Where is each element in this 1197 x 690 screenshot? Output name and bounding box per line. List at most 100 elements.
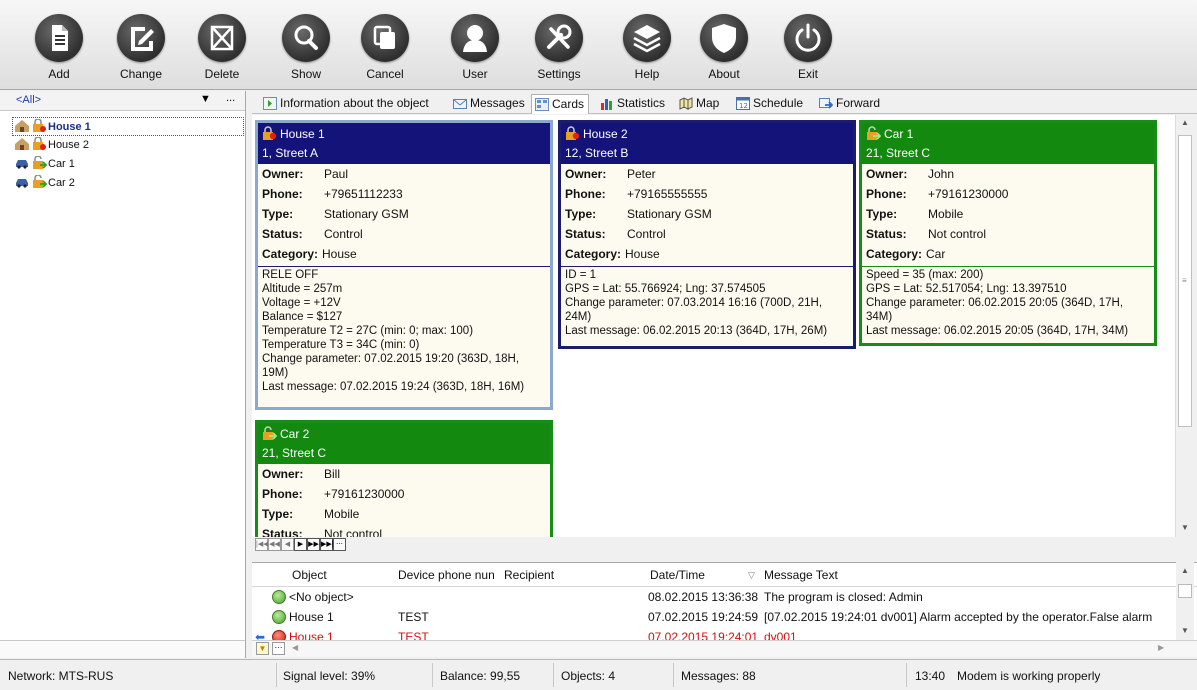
edit-icon: [131, 27, 154, 51]
object-filter-value: <All>: [16, 94, 42, 106]
column-header-device-phone[interactable]: Device phone nun: [398, 568, 502, 582]
cards-pager: |◀◀◀◀ ◀ ▶ ▶▶ ▶▶| ⋯: [255, 538, 346, 556]
user-icon: [463, 25, 487, 52]
grid-vertical-scrollbar[interactable]: ▲ ▼: [1176, 562, 1194, 640]
delete-button-label: Delete: [204, 67, 240, 81]
cancel-button[interactable]: Cancel: [350, 6, 420, 86]
card-title: Car 2: [280, 427, 310, 441]
status-label: Status:: [262, 527, 303, 537]
tree-item-house-1[interactable]: House 1: [12, 117, 244, 136]
shield-icon: [712, 24, 736, 53]
tab-schedule[interactable]: 12 Schedule: [733, 94, 803, 114]
sort-desc-icon[interactable]: ▽: [748, 570, 755, 581]
tree-item-house-2[interactable]: House 2: [0, 136, 245, 155]
tree-item-label: House 1: [48, 121, 91, 133]
help-button[interactable]: Help: [612, 6, 682, 86]
search-icon: [294, 25, 318, 50]
scroll-thumb[interactable]: ≡: [1178, 135, 1192, 427]
delete-icon: [210, 25, 234, 51]
tab-statistics[interactable]: Statistics: [597, 94, 665, 114]
owner-label: Owner:: [565, 167, 607, 181]
next-page-button[interactable]: ▶: [294, 538, 307, 551]
tab-messages[interactable]: Messages: [450, 94, 525, 114]
tab-map[interactable]: Map: [676, 94, 719, 114]
object-card-house-1[interactable]: House 1 1, Street A Owner: Paul Phone: +79…: [255, 120, 553, 410]
category-value: House: [625, 247, 660, 261]
column-header-message-text[interactable]: Message Text: [764, 568, 838, 582]
status-label: Status:: [565, 227, 606, 241]
pager-more-button[interactable]: ⋯: [333, 538, 346, 551]
object-card-house-2[interactable]: House 2 12, Street B Owner: Peter Phone: +…: [558, 120, 856, 349]
object-card-car-1[interactable]: Car 1 21, Street C Owner: John Phone: +791…: [859, 120, 1157, 346]
change-button[interactable]: Change: [106, 6, 176, 86]
tree-item-car-2[interactable]: Car 2: [0, 174, 245, 193]
user-button[interactable]: User: [440, 6, 510, 86]
tab-label: Messages: [470, 96, 525, 110]
scroll-down-arrow-icon[interactable]: ▼: [1181, 626, 1189, 635]
info-line: Change parameter: 07.02.2015 19:20 (363D…: [262, 353, 520, 379]
object-filter-select[interactable]: <All> ▼ ...: [0, 91, 245, 111]
about-button[interactable]: About: [689, 6, 759, 86]
delete-button[interactable]: Delete: [187, 6, 257, 86]
clock-time: 13:40: [915, 669, 946, 683]
grip-icon: ≡: [1182, 276, 1187, 285]
info-line: Temperature T3 = 34C (min: 0): [262, 339, 420, 351]
card-info: RELE OFF Altitude = 257m Voltage = +12V …: [258, 268, 550, 397]
signal-level: Signal level: 39%: [283, 669, 376, 683]
tree-item-label: House 2: [48, 139, 89, 151]
column-header-datetime[interactable]: Date/Time: [650, 568, 705, 582]
exit-button[interactable]: Exit: [773, 6, 843, 86]
settings-button[interactable]: Settings: [524, 6, 594, 86]
lock-open-icon: [263, 426, 277, 440]
card-info: Speed = 35 (max: 200) GPS = Lat: 52.5170…: [862, 268, 1154, 341]
scroll-up-arrow-icon[interactable]: ▲: [1181, 118, 1189, 127]
phone-label: Phone:: [262, 187, 303, 201]
info-line: ID = 1: [565, 269, 597, 281]
info-line: Voltage = +12V: [262, 297, 341, 309]
lock-alarm-icon: [566, 126, 580, 140]
tab-label: Forward: [836, 96, 881, 110]
scroll-left-arrow-icon[interactable]: ◀: [292, 643, 298, 652]
show-button[interactable]: Show: [271, 6, 341, 86]
tab-forward[interactable]: Forward: [816, 94, 880, 114]
table-row[interactable]: House 1 TEST 07.02.2015 19:24:59 [07.02.…: [252, 607, 1197, 627]
grid-more-button[interactable]: ⋯: [272, 642, 285, 655]
first-page-button[interactable]: |◀◀: [255, 538, 269, 551]
next-page-fast-button[interactable]: ▶▶: [307, 538, 320, 551]
last-page-button[interactable]: ▶▶|: [320, 538, 334, 551]
lock-alarm-icon: [33, 137, 46, 150]
cancel-button-label: Cancel: [366, 67, 404, 81]
scroll-thumb[interactable]: [1178, 584, 1192, 598]
type-value: Stationary GSM: [627, 207, 712, 221]
phone-value: +79161230000: [324, 487, 405, 501]
scroll-up-arrow-icon[interactable]: ▲: [1181, 566, 1189, 575]
dropdown-arrow-icon[interactable]: ▼: [200, 93, 211, 105]
column-header-recipient[interactable]: Recipient: [504, 568, 554, 582]
table-row[interactable]: <No object> 08.02.2015 13:36:38 The prog…: [252, 587, 1197, 607]
cards-vertical-scrollbar[interactable]: ▲ ≡ ▼: [1175, 115, 1194, 537]
calendar-icon: 12: [736, 97, 750, 110]
owner-value: Peter: [627, 167, 656, 181]
scroll-down-arrow-icon[interactable]: ▼: [1181, 523, 1189, 532]
info-line: GPS = Lat: 52.517054; Lng: 13.397510: [866, 283, 1067, 295]
type-label: Type:: [262, 207, 294, 221]
info-line: Altitude = 257m: [262, 283, 343, 295]
scroll-right-arrow-icon[interactable]: ▶: [1158, 643, 1164, 652]
card-address: 21, Street C: [866, 146, 931, 160]
tab-cards[interactable]: Cards: [531, 94, 590, 114]
prev-page-button[interactable]: ◀: [281, 538, 294, 551]
object-card-car-2[interactable]: Car 2 21, Street C Owner: Bill Phone: +791…: [255, 420, 553, 537]
car-icon: [16, 160, 28, 169]
column-header-object[interactable]: Object: [292, 568, 327, 582]
tab-information[interactable]: Information about the object: [260, 94, 429, 114]
category-value: House: [322, 247, 357, 261]
layers-icon: [633, 25, 661, 53]
add-button[interactable]: Add: [24, 6, 94, 86]
filter-more-button[interactable]: ...: [226, 92, 235, 104]
tree-item-car-1[interactable]: Car 1: [0, 155, 245, 174]
prev-page-fast-button[interactable]: ◀◀: [268, 538, 281, 551]
table-row[interactable]: ⬅ House 1 TEST 07.02.2015 19:24:01 dv001: [252, 627, 1197, 641]
owner-label: Owner:: [262, 467, 304, 481]
filter-icon[interactable]: ▼: [256, 642, 269, 655]
network-status: Network: MTS-RUS: [8, 669, 114, 683]
